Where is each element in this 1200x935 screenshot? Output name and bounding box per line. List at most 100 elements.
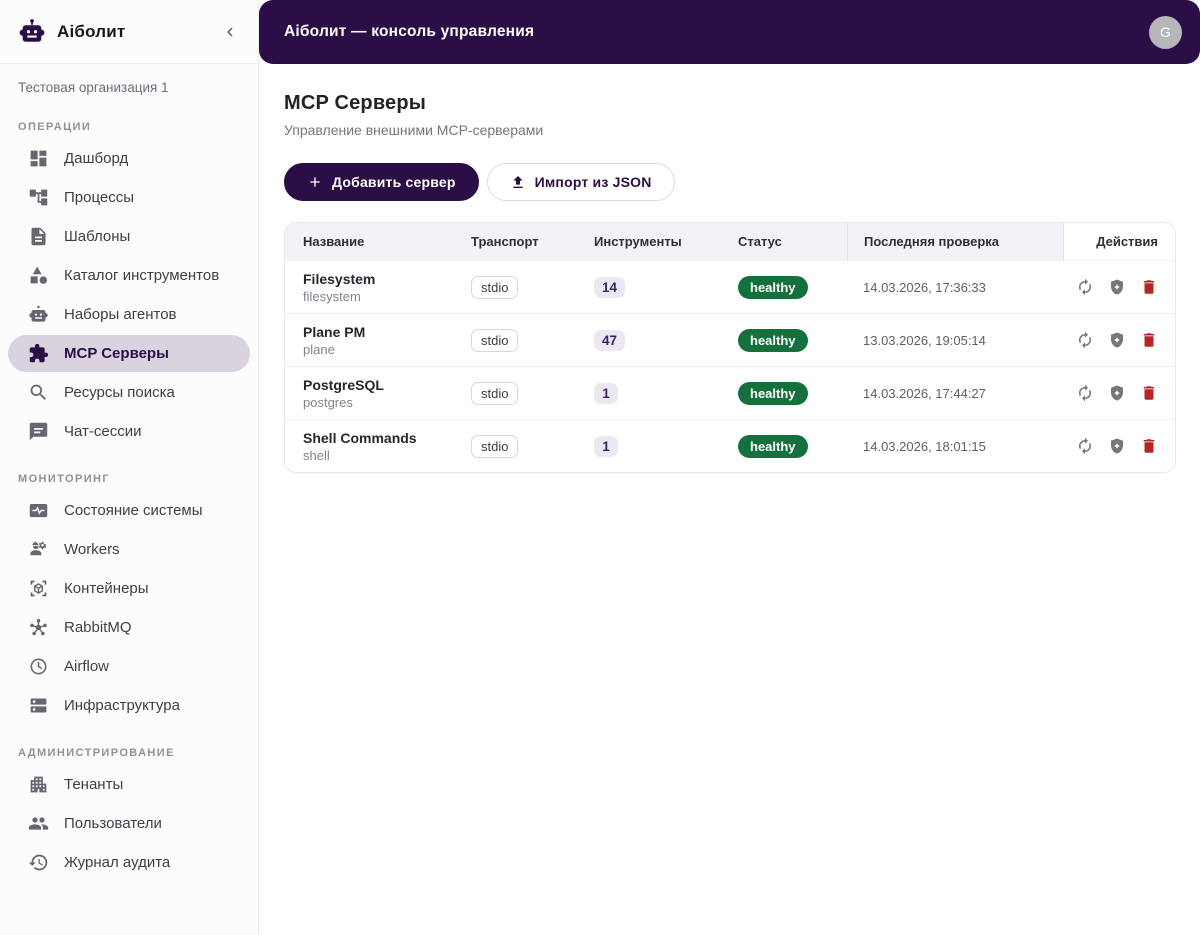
add-server-button[interactable]: Добавить сервер: [284, 163, 479, 201]
refresh-server-button[interactable]: [1072, 274, 1098, 300]
trash-icon: [1140, 384, 1158, 402]
health-check-button[interactable]: [1104, 433, 1130, 459]
delete-server-button[interactable]: [1136, 274, 1162, 300]
column-header-tools: Инструменты: [594, 223, 738, 260]
sidebar-item-rabbitmq[interactable]: RabbitMQ: [8, 609, 250, 646]
table-row: Plane PM plane stdio 47 healthy 13.03.20…: [285, 313, 1175, 366]
topbar-title: Аіболит — консоль управления: [284, 23, 534, 41]
server-name: Filesystem: [303, 271, 375, 287]
tools-count-badge: 1: [594, 383, 618, 404]
topbar: Аіболит — консоль управления G: [259, 0, 1200, 64]
last-check-timestamp: 14.03.2026, 17:44:27: [863, 386, 986, 401]
column-header-name: Название: [285, 223, 471, 260]
sidebar-item-containers[interactable]: Контейнеры: [8, 570, 250, 607]
mcp-servers-icon: [28, 343, 49, 364]
column-header-status: Статус: [738, 223, 847, 260]
add-server-label: Добавить сервер: [332, 174, 456, 190]
shield-plus-icon: [1108, 384, 1126, 402]
last-check-timestamp: 14.03.2026, 18:01:15: [863, 439, 986, 454]
sidebar-item-label: Чат-сессии: [64, 423, 141, 440]
sidebar-item-label: RabbitMQ: [64, 619, 132, 636]
sidebar-item-label: Журнал аудита: [64, 854, 170, 871]
column-header-actions: Действия: [1063, 223, 1175, 260]
last-check-timestamp: 14.03.2026, 17:36:33: [863, 280, 986, 295]
search-icon: [28, 382, 49, 403]
delete-server-button[interactable]: [1136, 380, 1162, 406]
transport-badge: stdio: [471, 276, 518, 299]
sidebar-item-templates[interactable]: Шаблоны: [8, 218, 250, 255]
sidebar-item-label: Контейнеры: [64, 580, 149, 597]
sidebar-item-label: Каталог инструментов: [64, 267, 219, 284]
trash-icon: [1140, 278, 1158, 296]
sync-icon: [1076, 278, 1094, 296]
sidebar-item-tenants[interactable]: Тенанты: [8, 766, 250, 803]
server-slug: plane: [303, 342, 335, 357]
sync-icon: [1076, 331, 1094, 349]
table-header-row: Название Транспорт Инструменты Статус По…: [285, 223, 1175, 260]
sidebar-item-chat-sessions[interactable]: Чат-сессии: [8, 413, 250, 450]
server-name: Shell Commands: [303, 430, 417, 446]
status-badge: healthy: [738, 329, 808, 352]
sidebar-item-system-health[interactable]: Состояние системы: [8, 492, 250, 529]
processes-icon: [28, 187, 49, 208]
table-row: Shell Commands shell stdio 1 healthy 14.…: [285, 419, 1175, 472]
trash-icon: [1140, 437, 1158, 455]
sidebar-item-workers[interactable]: Workers: [8, 531, 250, 568]
main-area: Аіболит — консоль управления G MCP Серве…: [259, 0, 1200, 935]
server-slug: postgres: [303, 395, 353, 410]
sidebar-item-mcp-servers[interactable]: MCP Серверы: [8, 335, 250, 372]
sidebar-item-label: Тенанты: [64, 776, 123, 793]
health-check-button[interactable]: [1104, 327, 1130, 353]
column-header-last-check: Последняя проверка: [847, 223, 1063, 260]
server-name: PostgreSQL: [303, 377, 384, 393]
sidebar-item-processes[interactable]: Процессы: [8, 179, 250, 216]
refresh-server-button[interactable]: [1072, 380, 1098, 406]
containers-icon: [28, 578, 49, 599]
server-slug: shell: [303, 448, 330, 463]
user-avatar[interactable]: G: [1149, 16, 1182, 49]
sidebar-item-infrastructure[interactable]: Инфраструктура: [8, 687, 250, 724]
system-health-icon: [28, 500, 49, 521]
sidebar-item-label: Пользователи: [64, 815, 162, 832]
delete-server-button[interactable]: [1136, 433, 1162, 459]
sidebar-item-dashboard[interactable]: Дашборд: [8, 140, 250, 177]
refresh-server-button[interactable]: [1072, 433, 1098, 459]
import-json-button[interactable]: Импорт из JSON: [487, 163, 675, 201]
transport-badge: stdio: [471, 382, 518, 405]
content: MCP Серверы Управление внешними MCP-серв…: [259, 64, 1200, 473]
trash-icon: [1140, 331, 1158, 349]
sidebar-item-tool-catalog[interactable]: Каталог инструментов: [8, 257, 250, 294]
chat-icon: [28, 421, 49, 442]
column-header-transport: Транспорт: [471, 223, 594, 260]
sidebar-item-airflow[interactable]: Airflow: [8, 648, 250, 685]
sync-icon: [1076, 384, 1094, 402]
tools-count-badge: 1: [594, 436, 618, 457]
status-badge: healthy: [738, 276, 808, 299]
mcp-servers-table: Название Транспорт Инструменты Статус По…: [284, 222, 1176, 473]
dashboard-icon: [28, 148, 49, 169]
chevron-left-icon: [221, 23, 239, 41]
delete-server-button[interactable]: [1136, 327, 1162, 353]
health-check-button[interactable]: [1104, 380, 1130, 406]
shield-plus-icon: [1108, 331, 1126, 349]
sidebar-item-search-resources[interactable]: Ресурсы поиска: [8, 374, 250, 411]
refresh-server-button[interactable]: [1072, 327, 1098, 353]
sidebar-item-label: Дашборд: [64, 150, 128, 167]
transport-badge: stdio: [471, 329, 518, 352]
history-icon: [28, 852, 49, 873]
clock-icon: [28, 656, 49, 677]
sidebar-item-label: Ресурсы поиска: [64, 384, 175, 401]
organization-name: Тестовая организация 1: [0, 64, 258, 99]
section-label-monitoring: МОНИТОРИНГ: [18, 473, 240, 485]
agent-sets-icon: [28, 304, 49, 325]
sidebar-item-users[interactable]: Пользователи: [8, 805, 250, 842]
sidebar-collapse-button[interactable]: [218, 20, 242, 44]
server-stack-icon: [28, 695, 49, 716]
table-row: Filesystem filesystem stdio 14 healthy 1…: [285, 260, 1175, 313]
plus-icon: [307, 174, 323, 190]
sidebar-item-audit-log[interactable]: Журнал аудита: [8, 844, 250, 881]
sidebar-item-label: Процессы: [64, 189, 134, 206]
rabbitmq-icon: [28, 617, 49, 638]
sidebar-item-agent-sets[interactable]: Наборы агентов: [8, 296, 250, 333]
health-check-button[interactable]: [1104, 274, 1130, 300]
